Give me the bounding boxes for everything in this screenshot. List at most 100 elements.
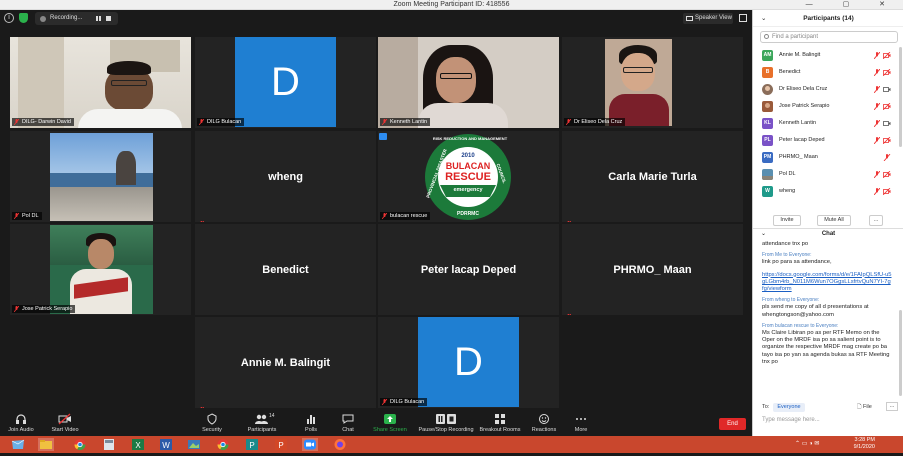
video-tile[interactable]: Annie M. Balingit <box>195 317 376 408</box>
share-screen-button[interactable]: Share Screen <box>370 413 410 435</box>
video-tile[interactable]: Carla Marie Turla <box>562 131 743 222</box>
logo-line3: emergency <box>453 187 483 193</box>
avatar: B <box>762 67 773 78</box>
video-tile[interactable]: PROVINCIAL DISASTER RISK REDUCTION AND M… <box>378 131 559 222</box>
video-tile[interactable]: Peter lacap Deped <box>378 224 559 315</box>
join-audio-button[interactable]: Join Audio <box>6 413 36 435</box>
participants-button[interactable]: 14 Participants <box>244 413 280 435</box>
participant-video <box>378 37 559 128</box>
participants-more-button[interactable]: ... <box>869 215 883 226</box>
speaker-view-button[interactable]: Speaker View <box>683 13 733 24</box>
mic-muted-icon <box>874 188 880 195</box>
chat-scrollbar[interactable] <box>899 310 902 396</box>
video-tile[interactable]: PHRMO_ Maan <box>562 224 743 315</box>
video-tile[interactable]: Jose Patrick Serapio <box>10 224 191 315</box>
chat-message-input[interactable]: Type message here... <box>762 414 900 426</box>
video-tile[interactable]: D DILG Bulacan <box>378 317 559 408</box>
participant-row[interactable]: W wheng <box>753 183 898 200</box>
firefox-icon[interactable] <box>332 438 348 451</box>
chrome-profile-icon[interactable] <box>215 438 231 451</box>
speaker-view-label: Speaker View <box>695 15 732 21</box>
recipient-dropdown[interactable]: Everyone <box>773 403 805 412</box>
reactions-icon <box>539 414 549 424</box>
collapse-chevron-icon[interactable]: ⌄ <box>761 10 766 27</box>
participant-video <box>50 133 153 221</box>
mic-muted-icon <box>874 103 880 110</box>
participant-name-display: Benedict <box>262 263 309 276</box>
video-tile[interactable]: Dr Eliseo Dela Cruz <box>562 37 743 128</box>
video-on-icon <box>883 121 891 126</box>
start-video-button[interactable]: Start Video <box>48 413 82 435</box>
screen-share-badge-icon <box>379 133 387 140</box>
mute-all-button[interactable]: Mute All <box>817 215 851 226</box>
system-tray-icons[interactable]: ⌃ ▭ ◑ ✉ <box>795 440 819 447</box>
word-icon[interactable]: W <box>158 438 174 451</box>
security-button[interactable]: Security <box>198 413 226 435</box>
chat-icon <box>342 414 354 424</box>
avatar <box>762 101 773 112</box>
start-button-icon[interactable] <box>10 438 26 451</box>
polls-button[interactable]: Polls <box>299 413 323 435</box>
calculator-icon[interactable] <box>101 438 117 451</box>
windows-taskbar: X W P P ⌃ ▭ ◑ ✉ 3:28 PM 9/1/2020 <box>0 436 903 453</box>
video-tile[interactable]: D DILG Bulacan <box>195 37 376 128</box>
collapse-chevron-icon[interactable]: ⌄ <box>761 229 766 240</box>
pause-stop-recording-button[interactable]: Pause/Stop Recording <box>416 413 476 435</box>
video-tile[interactable]: Pol DL <box>10 131 191 222</box>
mic-muted-icon <box>14 119 19 125</box>
speaker-view-icon <box>686 16 693 21</box>
participant-row[interactable]: AM Annie M. Balingit <box>753 47 898 64</box>
participant-video <box>50 225 153 314</box>
video-tile[interactable]: Benedict <box>195 224 376 315</box>
file-explorer-icon[interactable] <box>38 438 54 451</box>
video-tile[interactable]: Kenneth Lantin <box>378 37 559 128</box>
participant-row[interactable]: Jose Patrick Serapio <box>753 98 898 115</box>
excel-icon[interactable]: X <box>130 438 146 451</box>
file-button[interactable]: 🗋 File <box>857 402 872 413</box>
participant-row[interactable]: PM PHRMO_ Maan <box>753 149 898 166</box>
chat-more-button[interactable]: ... <box>886 402 898 411</box>
mic-muted-icon <box>874 120 880 127</box>
participants-header: ⌄ Participants (14) <box>753 10 903 27</box>
participant-row[interactable]: PL Peter lacap Deped <box>753 132 898 149</box>
svg-text:X: X <box>135 441 141 450</box>
mic-muted-icon <box>199 119 204 125</box>
info-icon[interactable]: i <box>4 13 14 23</box>
fullscreen-icon[interactable] <box>739 14 747 22</box>
more-button[interactable]: More <box>570 413 592 435</box>
participant-row[interactable]: Dr Eliseo Dela Cruz <box>753 81 898 98</box>
participant-row[interactable]: KL Kenneth Lantin <box>753 115 898 132</box>
participant-name-label: Dr Eliseo Dela Cruz <box>564 118 626 126</box>
video-off-icon <box>883 188 891 195</box>
video-tile[interactable]: wheng <box>195 131 376 222</box>
picture-viewer-icon[interactable] <box>186 438 202 451</box>
encryption-shield-icon[interactable] <box>19 13 28 23</box>
avatar <box>762 169 773 180</box>
participant-row[interactable]: B Benedict <box>753 64 898 81</box>
participants-icon <box>255 414 268 424</box>
window-controls[interactable]: — ▢ ✕ <box>806 0 899 10</box>
breakout-rooms-icon <box>495 414 505 424</box>
taskbar-clock[interactable]: 3:28 PM 9/1/2020 <box>854 437 875 451</box>
avatar-letter: D <box>235 37 336 127</box>
end-meeting-button[interactable]: End <box>719 418 746 430</box>
chat-button[interactable]: Chat <box>336 413 360 435</box>
chrome-icon[interactable] <box>72 438 88 451</box>
video-tile[interactable]: DILG- Darwin David <box>10 37 191 128</box>
chat-link[interactable]: https://docs.google.com/forms/d/e/1FAIpQ… <box>762 272 892 294</box>
publisher-icon[interactable]: P <box>244 438 260 451</box>
invite-button[interactable]: Invite <box>773 215 801 226</box>
participant-row[interactable]: Pol DL <box>753 166 898 183</box>
stop-recording-icon[interactable] <box>106 16 111 21</box>
pause-recording-icon[interactable] <box>96 16 101 21</box>
powerpoint-icon[interactable]: P <box>273 438 289 451</box>
zoom-icon[interactable] <box>302 438 318 451</box>
mic-muted-icon <box>874 137 880 144</box>
svg-text:P: P <box>278 441 283 450</box>
reactions-button[interactable]: Reactions <box>529 413 559 435</box>
logo-year: 2010 <box>461 153 475 159</box>
video-off-icon <box>58 413 71 425</box>
breakout-rooms-button[interactable]: Breakout Rooms <box>478 413 522 435</box>
participants-scrollbar[interactable] <box>899 47 902 147</box>
participant-search-input[interactable]: Find a participant <box>760 31 898 43</box>
